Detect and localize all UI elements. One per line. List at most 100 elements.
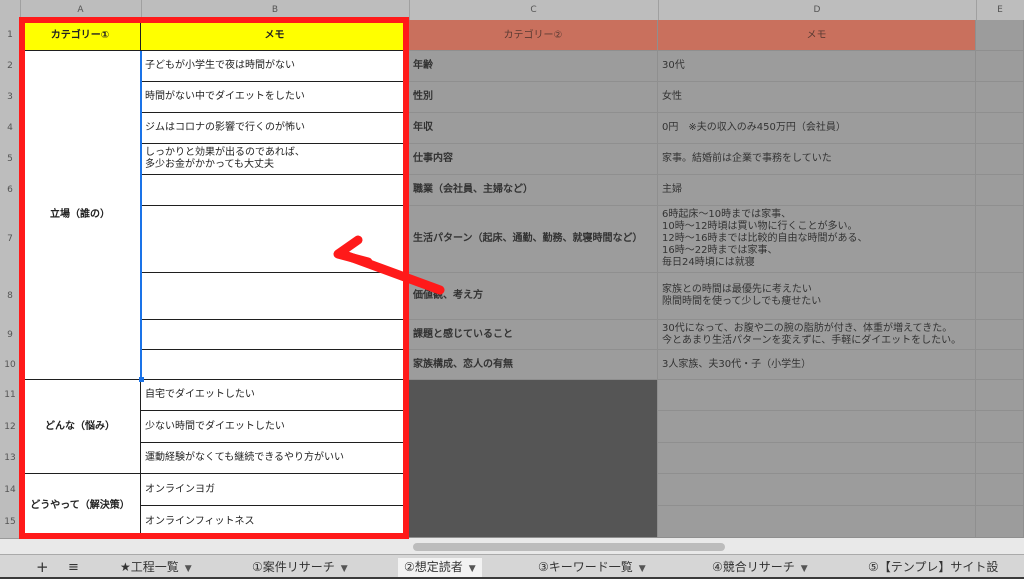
memo-cell[interactable]: 子どもが小学生で夜は時間がない (141, 51, 409, 82)
row-header[interactable]: 12 (0, 411, 20, 444)
memo-cell[interactable]: 運動経験がなくても継続できるやり方がいい (141, 443, 409, 474)
tab-process-list[interactable]: ★工程一覧 ▼ (120, 558, 192, 577)
row-header[interactable]: 1 (0, 20, 20, 52)
memo-cell[interactable]: 少ない時間でダイエットしたい (141, 411, 409, 443)
empty-cell[interactable] (976, 411, 1024, 443)
memo-cell[interactable] (141, 175, 409, 206)
persona-label-cell[interactable]: 年齢 (409, 51, 658, 82)
column-header-bar: A B C D E (0, 0, 1024, 21)
corner-cell[interactable] (0, 0, 21, 20)
chevron-down-icon: ▼ (638, 564, 646, 574)
persona-label-cell[interactable]: 課題と感じていること (409, 320, 658, 350)
persona-label-cell[interactable]: 仕事内容 (409, 144, 658, 175)
row-header[interactable]: 11 (0, 380, 20, 412)
column-header-e[interactable]: E (976, 0, 1024, 20)
spreadsheet: A B C D E 1 2 3 4 5 6 7 8 9 10 11 12 13 14 15 カテゴリー① メ… (0, 0, 1024, 577)
persona-label-cell[interactable]: 性別 (409, 82, 658, 113)
persona-label-cell[interactable]: 職業（会社員、主婦など） (409, 175, 658, 206)
tab-target-reader[interactable]: ②想定読者 ▼ (398, 558, 482, 577)
header-memo-left[interactable]: メモ (141, 20, 409, 51)
tab-keyword-list[interactable]: ③キーワード一覧 ▼ (538, 558, 646, 577)
selection-border (140, 51, 142, 380)
memo-cell[interactable] (141, 350, 409, 380)
memo-cell[interactable] (141, 320, 409, 350)
persona-value-cell[interactable]: 0円 ※夫の収入のみ450万円（会社員） (658, 113, 976, 144)
persona-value-cell[interactable]: 3人家族、夫30代・子（小学生） (658, 350, 976, 380)
row-header[interactable]: 3 (0, 82, 20, 114)
tab-label: ★工程一覧 (120, 560, 179, 574)
tab-label: ⑤【テンプレ】サイト設 (868, 560, 999, 574)
column-header-d[interactable]: D (658, 0, 977, 20)
empty-cell[interactable] (658, 443, 976, 474)
empty-cell[interactable] (976, 51, 1024, 82)
list-icon[interactable]: ≡ (68, 558, 79, 577)
header-category-2[interactable]: カテゴリー② (409, 20, 658, 51)
tab-label: ③キーワード一覧 (538, 560, 633, 574)
column-header-a[interactable]: A (20, 0, 142, 20)
row-header[interactable]: 10 (0, 350, 20, 381)
empty-cell[interactable] (976, 113, 1024, 144)
empty-cell[interactable] (976, 350, 1024, 380)
row-header[interactable]: 15 (0, 506, 20, 539)
empty-cell[interactable] (976, 273, 1024, 320)
row-header[interactable]: 8 (0, 273, 20, 321)
column-header-b[interactable]: B (141, 0, 410, 20)
empty-cell[interactable] (658, 411, 976, 443)
category-solution[interactable]: どうやって（解決策） (20, 474, 141, 538)
empty-cell[interactable] (976, 443, 1024, 474)
persona-value-cell[interactable]: 30代 (658, 51, 976, 82)
tab-project-research[interactable]: ①案件リサーチ ▼ (252, 558, 348, 577)
persona-value-cell[interactable]: 家事。結婚前は企業で事務をしていた (658, 144, 976, 175)
tab-competitor-research[interactable]: ④競合リサーチ ▼ (712, 558, 808, 577)
row-header[interactable]: 14 (0, 474, 20, 507)
persona-value-cell[interactable]: 6時起床〜10時までは家事、 10時〜12時頃は買い物に行くことが多い。 12時… (658, 206, 976, 273)
empty-cell[interactable] (976, 474, 1024, 506)
cell-e1[interactable] (976, 20, 1024, 51)
empty-cell[interactable] (976, 380, 1024, 411)
chevron-down-icon: ▼ (800, 564, 808, 574)
persona-label-cell[interactable]: 年収 (409, 113, 658, 144)
empty-cell[interactable] (658, 380, 976, 411)
chevron-down-icon: ▼ (340, 564, 348, 574)
persona-value-cell[interactable]: 主婦 (658, 175, 976, 206)
persona-value-cell[interactable]: 女性 (658, 82, 976, 113)
persona-value-cell[interactable]: 家族との時間は最優先に考えたい 隙間時間を使って少しでも痩せたい (658, 273, 976, 320)
empty-cell[interactable] (976, 144, 1024, 175)
persona-value-cell[interactable]: 30代になって、お腹や二の腕の脂肪が付き、体重が増えてきた。 今とあまり生活パタ… (658, 320, 976, 350)
memo-cell[interactable]: オンラインフィットネス (141, 506, 409, 538)
category-who[interactable]: 立場（誰の） (20, 51, 141, 380)
horizontal-scrollbar[interactable] (413, 543, 725, 551)
empty-cell[interactable] (976, 206, 1024, 273)
row-header[interactable]: 4 (0, 113, 20, 145)
header-memo-right[interactable]: メモ (658, 20, 976, 51)
annotation-arrow-icon (333, 235, 445, 295)
tab-label: ①案件リサーチ (252, 560, 335, 574)
empty-cell[interactable] (976, 506, 1024, 538)
memo-cell[interactable]: 自宅でダイエットしたい (141, 380, 409, 411)
row-header[interactable]: 5 (0, 144, 20, 176)
header-category-1[interactable]: カテゴリー① (20, 20, 141, 51)
empty-cell[interactable] (976, 175, 1024, 206)
memo-cell[interactable]: しっかりと効果が出るのであれば、 多少お金がかかっても大丈夫 (141, 144, 409, 175)
row-header[interactable]: 7 (0, 206, 20, 274)
plus-icon[interactable]: + (36, 558, 49, 577)
row-header[interactable]: 13 (0, 443, 20, 475)
category-worry[interactable]: どんな（悩み） (20, 380, 141, 474)
row-header[interactable]: 2 (0, 51, 20, 83)
tab-site-template[interactable]: ⑤【テンプレ】サイト設 (868, 558, 998, 577)
empty-cell[interactable] (658, 474, 976, 506)
column-header-c[interactable]: C (409, 0, 659, 20)
memo-cell[interactable]: ジムはコロナの影響で行くのが怖い (141, 113, 409, 144)
memo-cell[interactable]: 時間がない中でダイエットをしたい (141, 82, 409, 113)
empty-cell[interactable] (976, 320, 1024, 350)
empty-cell[interactable] (976, 82, 1024, 113)
tab-label: ④競合リサーチ (712, 560, 795, 574)
persona-label-cell[interactable]: 家族構成、恋人の有無 (409, 350, 658, 380)
row-header[interactable]: 9 (0, 320, 20, 351)
empty-cell[interactable] (658, 506, 976, 538)
memo-cell[interactable]: オンラインヨガ (141, 474, 409, 506)
chevron-down-icon: ▼ (184, 564, 192, 574)
tab-label: ②想定読者 (404, 560, 463, 574)
row-header[interactable]: 6 (0, 175, 20, 207)
empty-merged-area[interactable] (409, 380, 658, 538)
